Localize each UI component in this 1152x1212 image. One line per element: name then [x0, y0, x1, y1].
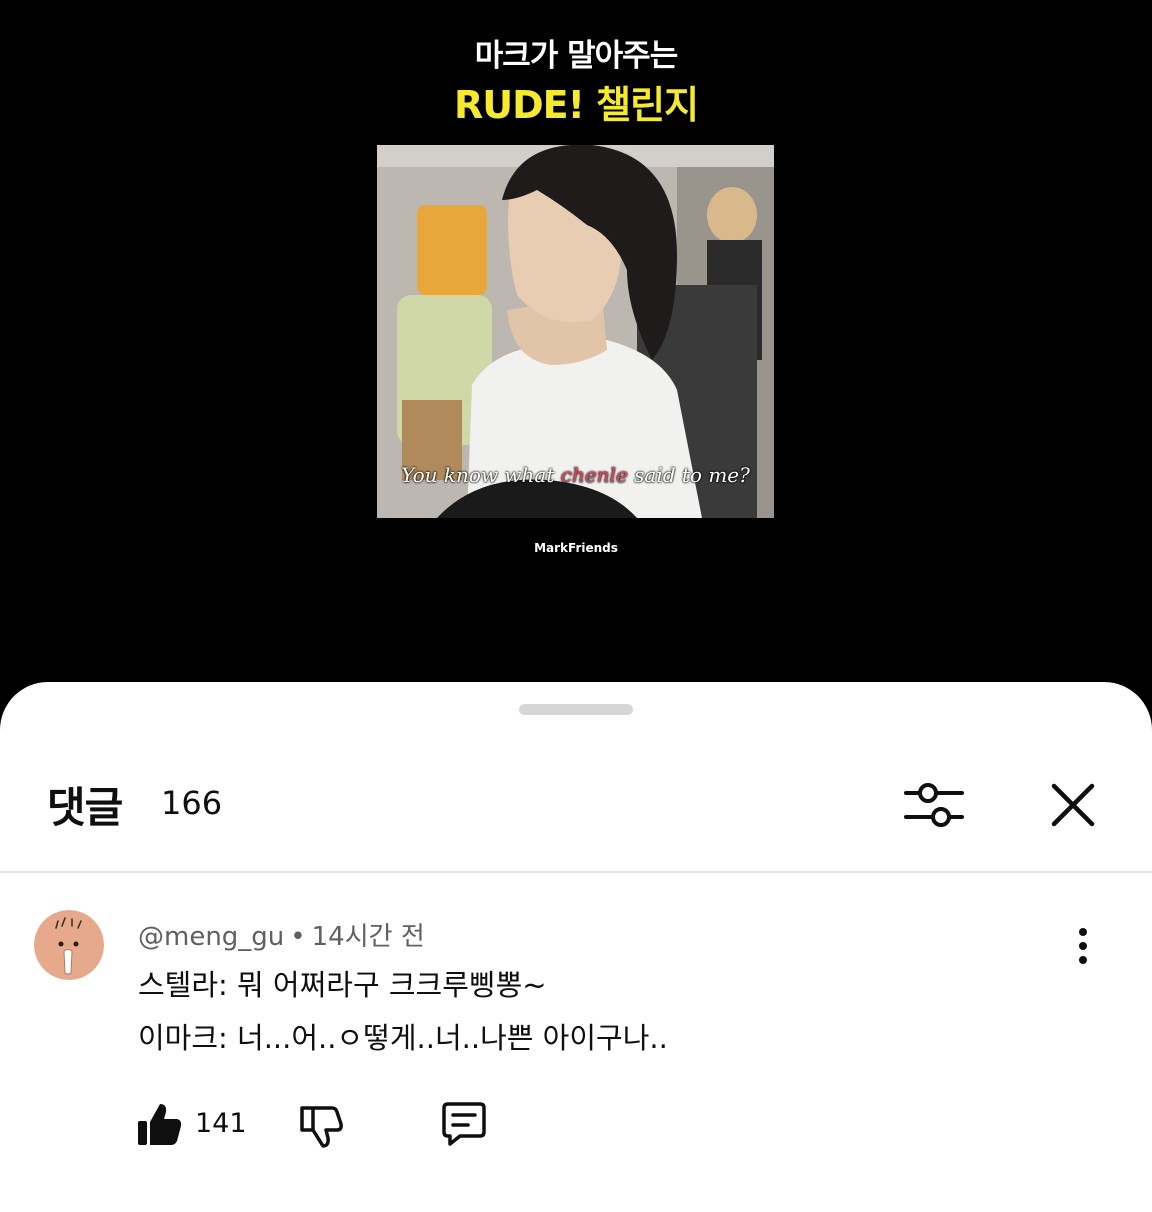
comments-sheet: 댓글 166 @meng_gu • 14시간 전 스텔라: 뭐 어쩌라구 크크루… — [0, 682, 1152, 1212]
more-options-button[interactable] — [1066, 924, 1100, 968]
thumbs-down-icon — [300, 1106, 343, 1148]
meta-separator: • — [290, 922, 306, 952]
comments-count: 166 — [161, 784, 223, 822]
like-count: 141 — [195, 1108, 247, 1139]
video-subtitle: You know what chenle said to me? — [401, 463, 750, 487]
drag-handle[interactable] — [519, 704, 633, 715]
avatar[interactable] — [34, 910, 104, 980]
sliders-icon — [904, 783, 964, 827]
comment-meta: @meng_gu • 14시간 전 — [138, 916, 425, 953]
more-vertical-icon — [1079, 928, 1087, 964]
sort-filter-button[interactable] — [899, 770, 969, 840]
dislike-button[interactable] — [296, 1100, 346, 1150]
video-title-line1: 마크가 말아주는 — [474, 38, 678, 74]
video-watermark: MarkFriends — [534, 541, 618, 555]
comment-text-line2: 이마크: 너...어..ㅇ떻게..너..나쁜 아이구나.. — [138, 1021, 668, 1055]
comment-author[interactable]: @meng_gu — [138, 922, 284, 952]
close-button[interactable] — [1040, 772, 1106, 838]
reply-button[interactable] — [438, 1100, 490, 1150]
video-frame: You know what chenle said to me? — [377, 145, 774, 518]
video-player[interactable]: 마크가 말아주는 RUDE! 챌린지 You know what chenle … — [0, 0, 1152, 700]
comment-time: 14시간 전 — [311, 922, 425, 952]
close-icon — [1051, 783, 1095, 827]
comment-text-line1: 스텔라: 뭐 어쩌라구 크크루삥뽕~ — [138, 968, 547, 1002]
thumbs-up-icon — [138, 1104, 182, 1145]
comments-title: 댓글 — [47, 783, 123, 832]
reply-icon — [442, 1102, 486, 1146]
video-title-line2: RUDE! 챌린지 — [453, 83, 699, 127]
like-button[interactable] — [134, 1100, 184, 1150]
header-divider — [0, 871, 1152, 873]
avatar-image — [34, 910, 104, 980]
